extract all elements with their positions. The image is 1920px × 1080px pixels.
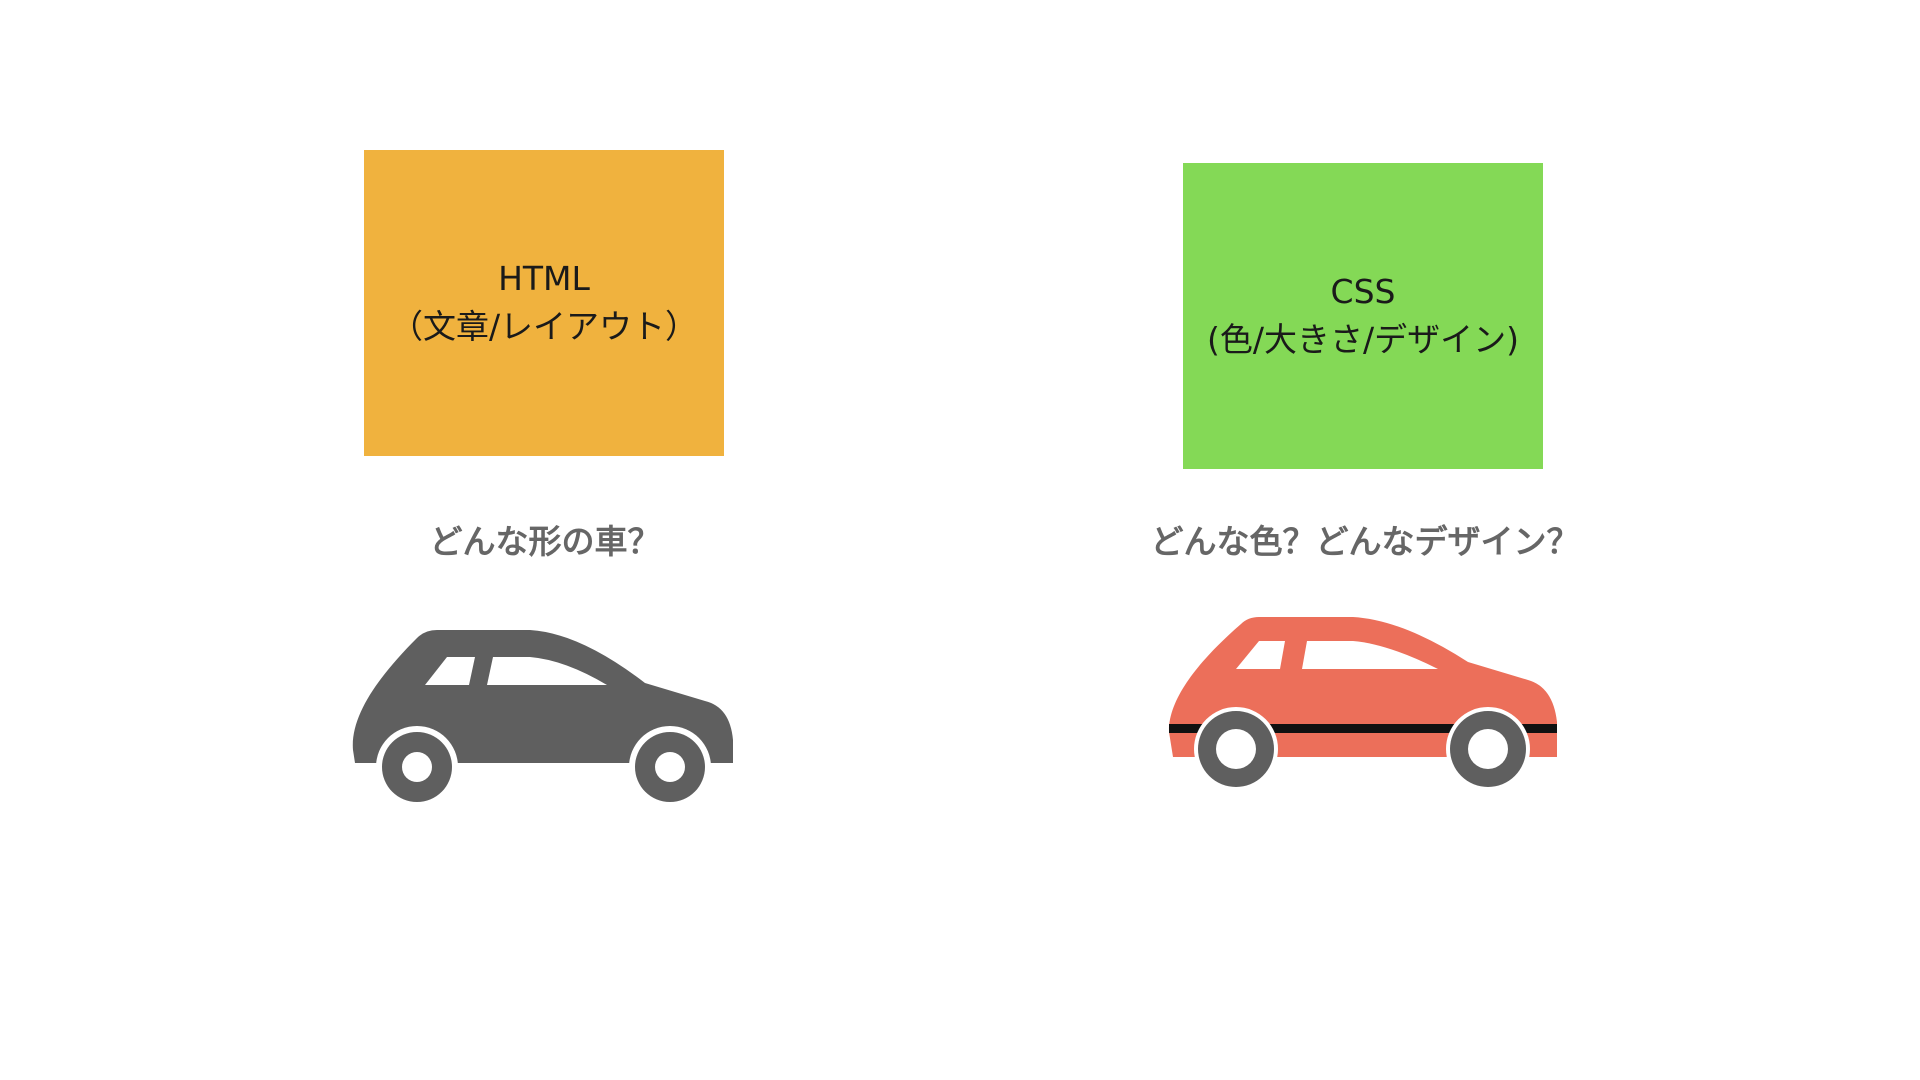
html-concept-box: HTML （文章/レイアウト） <box>364 150 724 456</box>
wheel-rear-hub <box>1468 729 1508 769</box>
wheel-rear-hub <box>655 752 685 782</box>
css-question: どんな色？どんなデザイン？ <box>1150 522 1580 561</box>
css-box-title: CSS <box>1330 272 1396 311</box>
html-question: どんな形の車？ <box>429 522 661 561</box>
car-silhouette-icon <box>352 630 733 805</box>
wheel-front-hub <box>1216 729 1256 769</box>
styled-car-icon <box>1168 617 1557 791</box>
css-box-subtitle: (色/大きさ/デザイン) <box>1207 320 1519 359</box>
html-box-title: HTML <box>498 259 590 298</box>
css-concept-box: CSS (色/大きさ/デザイン) <box>1183 163 1543 469</box>
html-box-subtitle: （文章/レイアウト） <box>389 307 699 346</box>
wheel-front-hub <box>402 752 432 782</box>
